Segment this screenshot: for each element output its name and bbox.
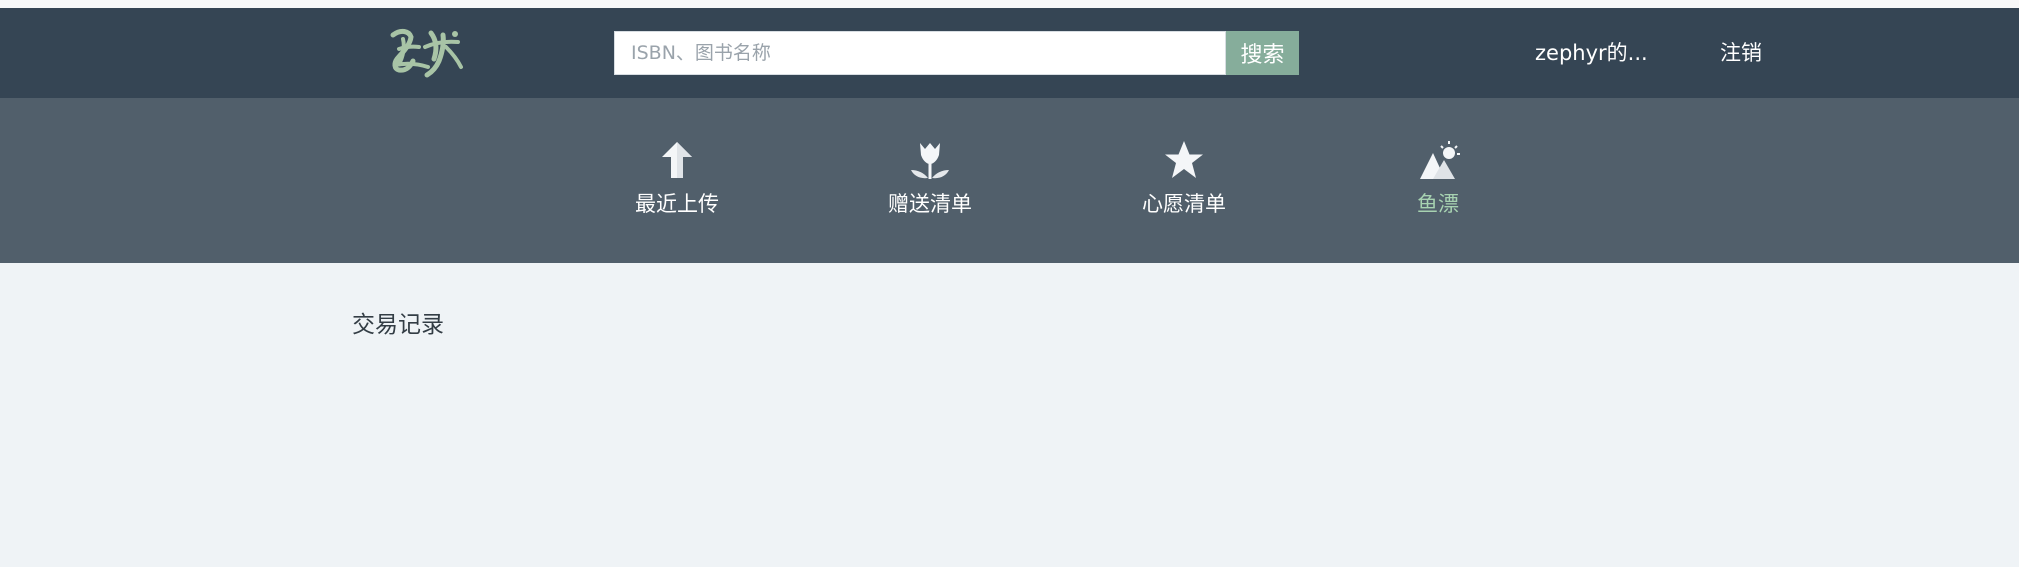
mountains-sun-icon: [1416, 138, 1460, 182]
nav-item-label: 最近上传: [635, 192, 719, 216]
top-strip: [0, 0, 2019, 8]
star-icon: [1162, 138, 1206, 182]
arrow-up-icon: [655, 138, 699, 182]
nav-item-wish-list[interactable]: 心愿清单: [1109, 138, 1259, 228]
nav-item-label: 鱼漂: [1417, 192, 1459, 216]
top-header: 搜索 zephyr的... 注销: [0, 8, 2019, 98]
tulip-icon: [908, 138, 952, 182]
category-nav: 最近上传 赠送清单 心愿清单 鱼漂: [0, 98, 2019, 263]
nav-item-recent-uploads[interactable]: 最近上传: [602, 138, 752, 228]
nav-item-label: 心愿清单: [1142, 192, 1226, 216]
yushu-logo[interactable]: [385, 25, 467, 85]
nav-item-gift-list[interactable]: 赠送清单: [855, 138, 1005, 228]
logout-link[interactable]: 注销: [1720, 38, 1762, 68]
user-menu-link[interactable]: zephyr的...: [1535, 38, 1695, 68]
page-title: 交易记录: [352, 312, 444, 338]
search-input[interactable]: [614, 31, 1226, 75]
nav-item-label: 赠送清单: [888, 192, 972, 216]
search-button[interactable]: 搜索: [1226, 31, 1299, 75]
nav-item-yupiao[interactable]: 鱼漂: [1363, 138, 1513, 228]
